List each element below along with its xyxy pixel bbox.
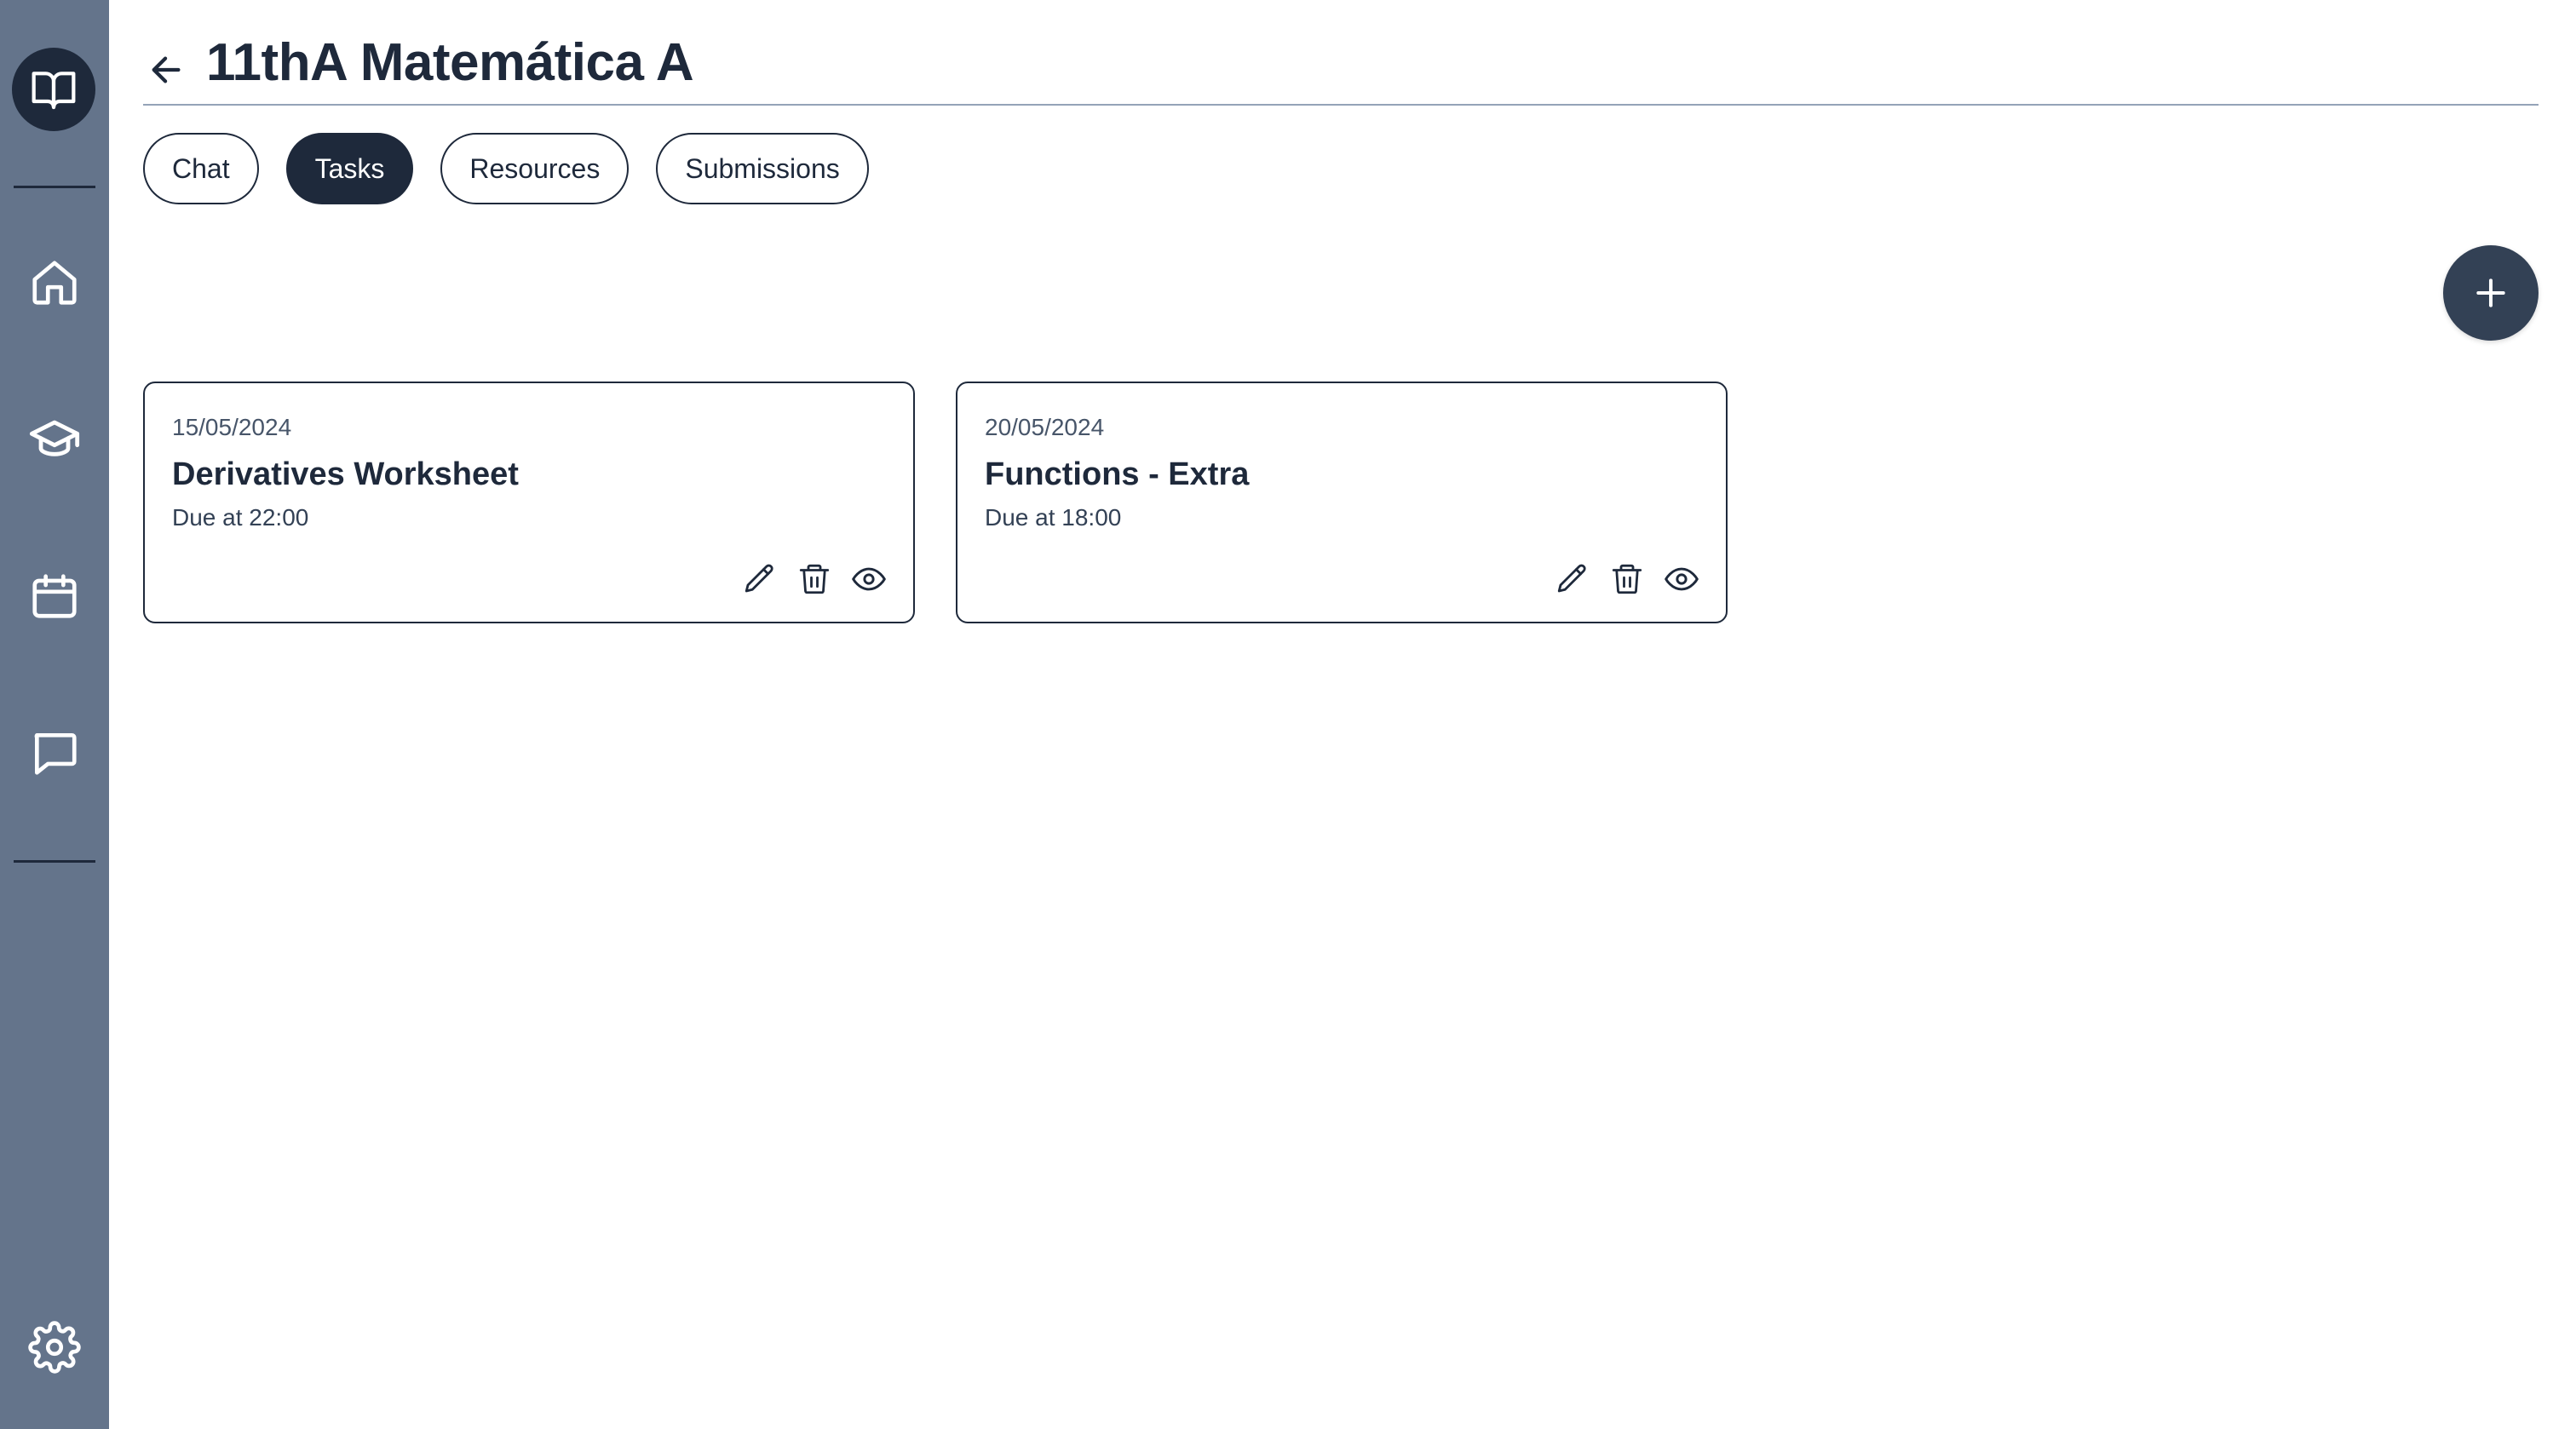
- trash-icon: [799, 564, 830, 594]
- view-task-button[interactable]: [1661, 559, 1702, 600]
- task-date: 20/05/2024: [985, 414, 1105, 440]
- sidebar-divider-top: [14, 186, 95, 188]
- main-content: 11thA Matemática A Chat Tasks Resources …: [109, 0, 2576, 1429]
- view-task-button[interactable]: [848, 559, 889, 600]
- chat-bubble-icon: [34, 733, 77, 775]
- book-open-icon: [32, 72, 76, 110]
- plus-icon: [2476, 278, 2505, 307]
- home-icon: [32, 261, 77, 305]
- page-header: 11thA Matemática A: [143, 20, 2539, 106]
- task-actions: [739, 559, 889, 600]
- task-date: 15/05/2024: [172, 414, 292, 440]
- delete-task-button[interactable]: [1607, 559, 1647, 600]
- page-title: 11thA Matemática A: [206, 33, 694, 92]
- sidebar: [0, 0, 109, 1429]
- eye-icon: [852, 567, 886, 591]
- eye-icon: [1665, 567, 1699, 591]
- task-title: Derivatives Worksheet: [172, 456, 519, 492]
- sidebar-divider-bottom: [14, 860, 95, 863]
- trash-icon: [1612, 564, 1642, 594]
- tab-submissions[interactable]: Submissions: [656, 133, 869, 204]
- tab-bar: Chat Tasks Resources Submissions: [143, 133, 869, 204]
- task-due-time: Due at 22:00: [172, 504, 309, 531]
- pencil-icon: [745, 564, 773, 593]
- sidebar-item-home[interactable]: [20, 249, 89, 317]
- app-logo[interactable]: [12, 48, 95, 131]
- tab-chat[interactable]: Chat: [143, 133, 259, 204]
- pencil-icon: [1557, 564, 1586, 593]
- task-actions: [1552, 559, 1702, 600]
- calendar-icon: [32, 574, 77, 618]
- sidebar-item-courses[interactable]: [20, 405, 89, 473]
- sidebar-item-settings[interactable]: [20, 1313, 89, 1381]
- add-task-button[interactable]: [2443, 245, 2539, 341]
- arrow-left-icon: [152, 56, 181, 83]
- task-card[interactable]: 20/05/2024 Functions - Extra Due at 18:0…: [956, 382, 1728, 623]
- tab-resources[interactable]: Resources: [440, 133, 630, 204]
- gear-icon: [28, 1321, 81, 1374]
- sidebar-item-messages[interactable]: [20, 719, 89, 787]
- edit-task-button[interactable]: [739, 559, 780, 600]
- sidebar-item-calendar[interactable]: [20, 562, 89, 630]
- tab-tasks[interactable]: Tasks: [285, 133, 414, 204]
- graduation-cap-icon: [29, 420, 80, 456]
- task-due-time: Due at 18:00: [985, 504, 1122, 531]
- delete-task-button[interactable]: [794, 559, 835, 600]
- task-card[interactable]: 15/05/2024 Derivatives Worksheet Due at …: [143, 382, 915, 623]
- task-title: Functions - Extra: [985, 456, 1250, 492]
- edit-task-button[interactable]: [1552, 559, 1593, 600]
- back-button[interactable]: [143, 46, 191, 94]
